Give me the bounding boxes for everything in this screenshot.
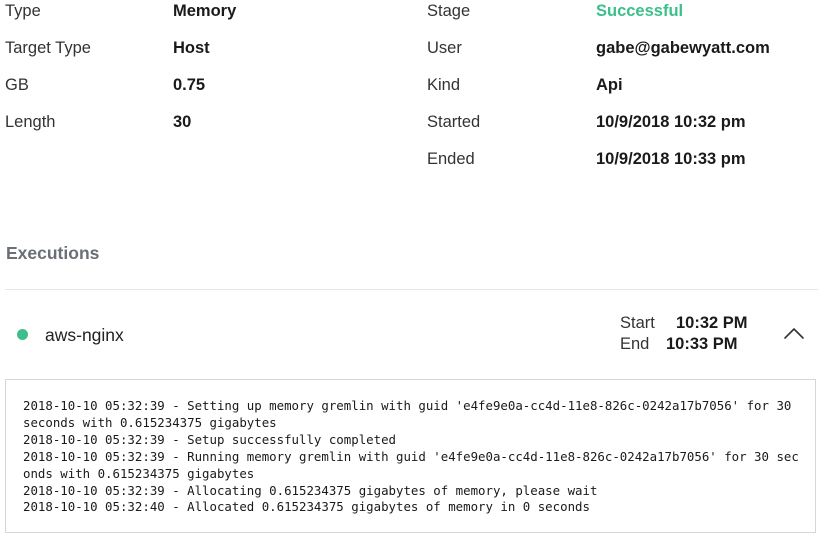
execution-row[interactable]: aws-nginx Start 10:32 PM End 10:33 PM <box>0 290 822 378</box>
user-label: User <box>427 39 462 57</box>
stage-label: Stage <box>427 2 471 20</box>
target-type-value: Host <box>173 39 210 57</box>
end-time: 10:33 PM <box>666 335 738 353</box>
log-line: 2018-10-10 05:32:39 - Running memory gre… <box>23 448 799 481</box>
length-value: 30 <box>173 113 192 131</box>
executions-heading: Executions <box>6 243 100 263</box>
type-label: Type <box>5 2 41 20</box>
status-dot-icon <box>17 329 28 340</box>
user-value: gabe@gabewyatt.com <box>596 39 770 57</box>
ended-label: Ended <box>427 150 475 168</box>
target-type-label: Target Type <box>5 39 91 57</box>
gb-label: GB <box>5 76 29 94</box>
execution-log: 2018-10-10 05:32:39 - Setting up memory … <box>23 398 803 516</box>
end-label: End <box>620 335 650 353</box>
chevron-up-icon-svg <box>784 328 804 339</box>
length-label: Length <box>5 113 56 131</box>
start-time: 10:32 PM <box>676 314 748 332</box>
log-line: 2018-10-10 05:32:39 - Allocating 0.61523… <box>23 482 598 498</box>
chevron-up-icon[interactable] <box>782 324 806 344</box>
started-value: 10/9/2018 10:32 pm <box>596 113 746 131</box>
kind-label: Kind <box>427 76 461 94</box>
started-label: Started <box>427 113 481 131</box>
execution-log-panel[interactable]: 2018-10-10 05:32:39 - Setting up memory … <box>5 379 816 533</box>
log-line: 2018-10-10 05:32:39 - Setting up memory … <box>23 398 799 430</box>
kind-value: Api <box>596 76 623 94</box>
attack-details-page: Type Memory Target Type Host GB 0.75 Len… <box>0 0 822 538</box>
ended-value: 10/9/2018 10:33 pm <box>596 150 746 168</box>
execution-host-name: aws-nginx <box>45 325 124 345</box>
type-value: Memory <box>173 2 237 20</box>
stage-value: Successful <box>596 2 684 20</box>
log-line: 2018-10-10 05:32:40 - Allocated 0.615234… <box>23 499 590 515</box>
start-label: Start <box>620 314 655 332</box>
gb-value: 0.75 <box>173 76 206 94</box>
log-line: 2018-10-10 05:32:39 - Setup successfully… <box>23 431 396 447</box>
